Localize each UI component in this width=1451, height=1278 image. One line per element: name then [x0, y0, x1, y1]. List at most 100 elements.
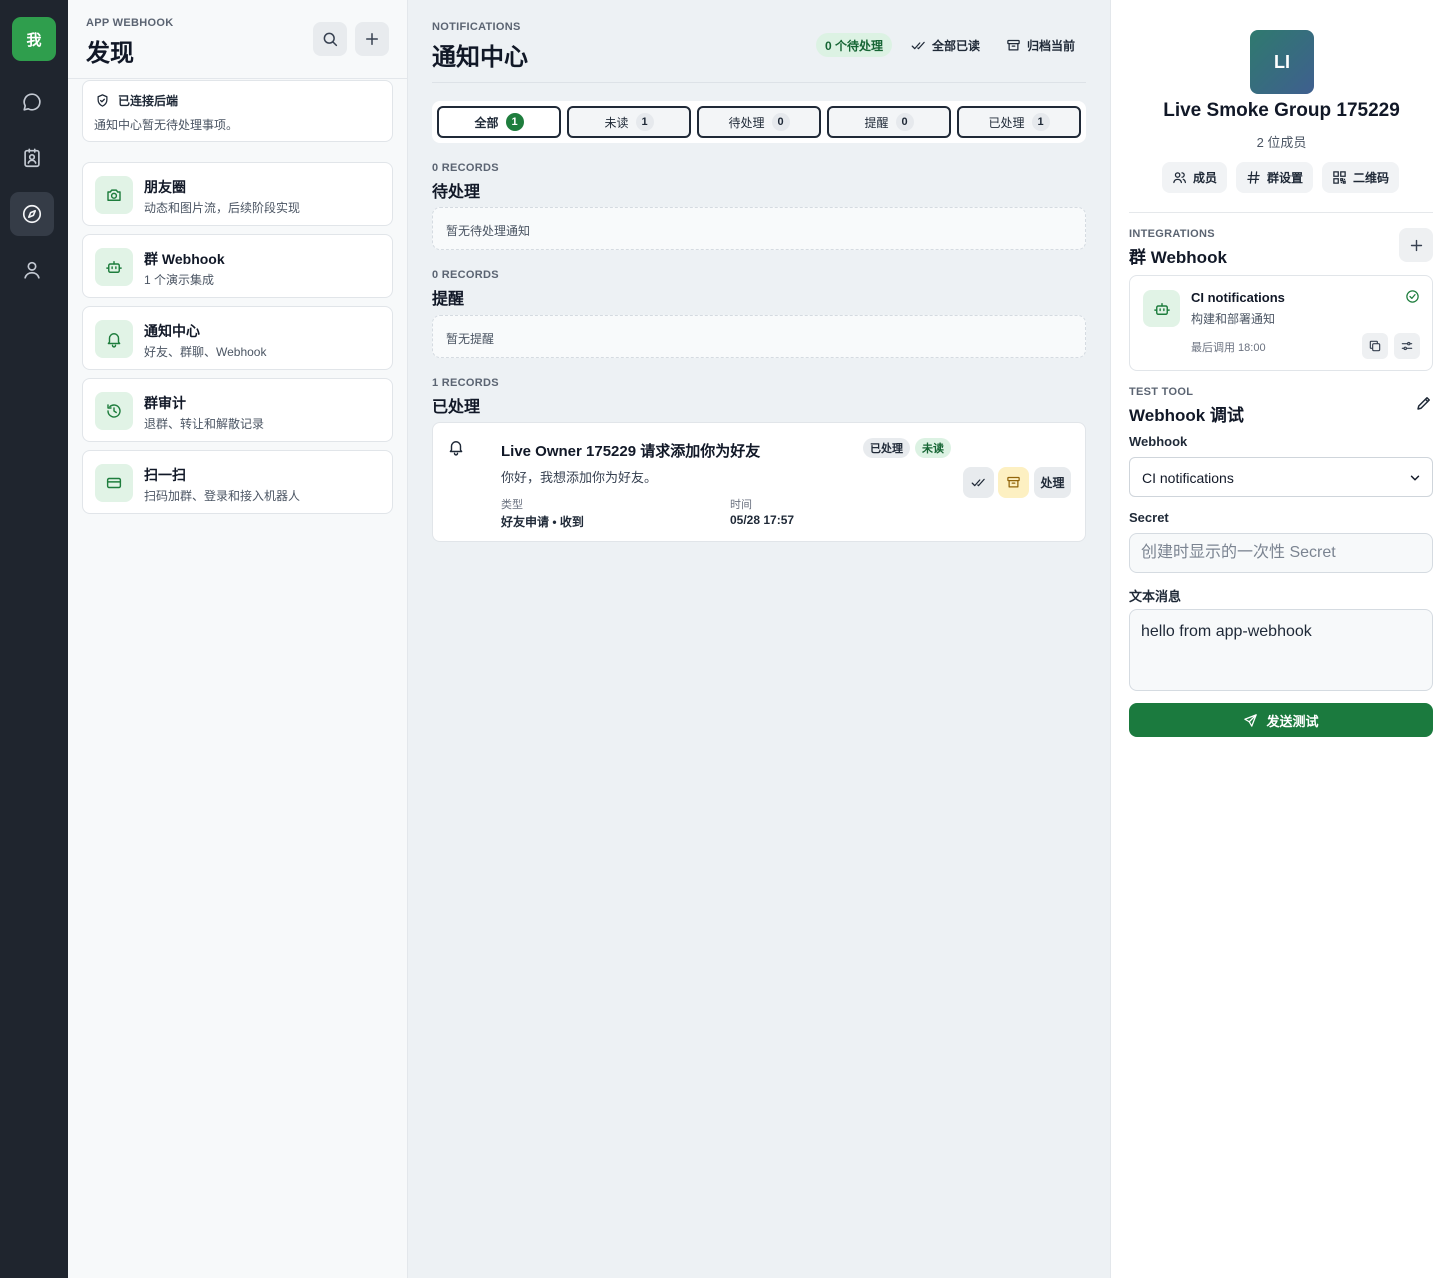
archive-current-button[interactable]: 归档当前: [1006, 33, 1075, 57]
contacts-book-icon: [24, 148, 40, 168]
send-test-button[interactable]: 发送测试: [1129, 703, 1433, 737]
bell-icon: [449, 441, 463, 456]
archive-icon: [1007, 476, 1020, 488]
processed-section-title: 已处理: [432, 399, 481, 416]
message-textarea[interactable]: hello from app-webhook: [1129, 609, 1433, 691]
tab-processed[interactable]: 已处理 1: [957, 106, 1081, 138]
group-avatar: LI: [1250, 30, 1314, 94]
user-icon: [24, 261, 40, 279]
tab-unread[interactable]: 未读 1: [567, 106, 691, 138]
tab-label: 全部: [474, 115, 499, 130]
sliders-icon: [1401, 341, 1413, 351]
send-icon: [1244, 713, 1258, 727]
robot-icon: [1153, 302, 1170, 315]
mark-read-button[interactable]: [963, 467, 994, 498]
add-button[interactable]: [355, 22, 389, 56]
main-eyebrow: NOTIFICATIONS: [432, 21, 521, 33]
group-settings-label: 群设置: [1267, 171, 1304, 185]
copy-icon: [1369, 340, 1381, 352]
integrations-eyebrow: INTEGRATIONS: [1129, 228, 1215, 240]
menu-item-icon-wrap: [95, 464, 133, 502]
pending-empty-state: 暂无待处理通知: [432, 207, 1086, 250]
tab-label: 已处理: [988, 115, 1025, 130]
menu-item-subtitle: 1 个演示集成: [144, 273, 215, 287]
archive-icon: [1007, 39, 1020, 50]
integration-card[interactable]: CI notifications 构建和部署通知 最后调用 18:00: [1129, 275, 1433, 371]
qrcode-icon: [1333, 171, 1346, 184]
status-badge-unread: 未读: [915, 438, 951, 458]
sidebar-title: 发现: [86, 40, 134, 67]
menu-item-notification-center[interactable]: 通知中心 好友、群聊、Webhook: [82, 306, 393, 370]
search-button[interactable]: [313, 22, 347, 56]
archive-button[interactable]: [998, 467, 1029, 498]
tab-reminders[interactable]: 提醒 0: [827, 106, 951, 138]
camera-icon: [107, 189, 121, 201]
connection-status-title: 已连接后端: [118, 94, 179, 108]
mark-all-read-label: 全部已读: [932, 38, 981, 53]
compass-icon: [22, 204, 42, 224]
status-badge-processed: 已处理: [863, 438, 910, 458]
tab-count-badge: 0: [771, 113, 790, 131]
menu-item-scan[interactable]: 扫一扫 扫码加群、登录和接入机器人: [82, 450, 393, 514]
integration-last-call: 最后调用 18:00: [1191, 342, 1266, 354]
members-button[interactable]: 成员: [1162, 162, 1228, 193]
menu-item-group-webhook[interactable]: 群 Webhook 1 个演示集成: [82, 234, 393, 298]
discover-sidebar: APP WEBHOOK 发现 已连接后端 通知中心暂无待处理事项。 朋友圈 动态…: [68, 0, 408, 1278]
tab-count-badge: 1: [505, 113, 524, 131]
tab-all[interactable]: 全部 1: [437, 106, 561, 138]
history-icon: [107, 404, 121, 418]
test-tool-eyebrow: TEST TOOL: [1129, 386, 1194, 398]
menu-item-subtitle: 扫码加群、登录和接入机器人: [144, 489, 301, 503]
webhook-select-value: CI notifications: [1142, 470, 1234, 486]
rail-contacts-button[interactable]: [10, 136, 54, 180]
users-icon: [1173, 172, 1186, 184]
connection-status-row: 已连接后端: [95, 92, 178, 109]
integrations-title: 群 Webhook: [1129, 248, 1227, 267]
pencil-icon[interactable]: [1415, 394, 1433, 412]
pending-count-badge: 0 个待处理: [816, 33, 893, 57]
webhook-select[interactable]: CI notifications: [1129, 457, 1433, 497]
bell-icon: [107, 333, 121, 348]
menu-item-subtitle: 退群、转让和解散记录: [144, 417, 265, 431]
qrcode-button[interactable]: 二维码: [1322, 162, 1400, 193]
notification-type-label: 类型: [501, 499, 523, 511]
menu-item-group-audit[interactable]: 群审计 退群、转让和解散记录: [82, 378, 393, 442]
rail-chats-button[interactable]: [10, 80, 54, 124]
tab-count-badge: 1: [1031, 113, 1050, 131]
add-integration-button[interactable]: [1399, 228, 1433, 262]
filter-tabs: 全部 1 未读 1 待处理 0 提醒 0 已处理 1: [432, 101, 1086, 143]
menu-item-title: 群 Webhook: [144, 251, 225, 267]
group-name: Live Smoke Group 175229: [1163, 100, 1400, 121]
group-settings-button[interactable]: 群设置: [1236, 162, 1314, 193]
send-test-label: 发送测试: [1266, 713, 1319, 729]
profile-avatar-button[interactable]: 我: [12, 17, 56, 61]
menu-item-moments[interactable]: 朋友圈 动态和图片流，后续阶段实现: [82, 162, 393, 226]
rail-profile-button[interactable]: [10, 248, 54, 292]
menu-item-subtitle: 好友、群聊、Webhook: [144, 345, 267, 359]
webhook-field-label: Webhook: [1129, 434, 1188, 449]
pending-section-eyebrow: 0 RECORDS: [432, 162, 499, 174]
connection-status-text: 通知中心暂无待处理事项。: [94, 118, 239, 132]
tab-label: 未读: [604, 115, 629, 130]
tab-pending[interactable]: 待处理 0: [697, 106, 821, 138]
notification-body: 你好，我想添加你为好友。: [501, 470, 658, 485]
header-divider: [432, 82, 1086, 83]
panel-divider: [1129, 212, 1433, 213]
group-member-count: 2 位成员: [1256, 135, 1307, 150]
plus-icon: [366, 33, 378, 45]
secret-input[interactable]: [1129, 533, 1433, 573]
tab-label: 提醒: [864, 115, 889, 130]
rail-discover-button[interactable]: [10, 192, 54, 236]
copy-button[interactable]: [1362, 333, 1388, 359]
notification-card[interactable]: Live Owner 175229 请求添加你为好友 已处理 未读 你好，我想添…: [432, 422, 1086, 542]
menu-item-icon-wrap: [95, 176, 133, 214]
handle-button[interactable]: 处理: [1034, 467, 1071, 498]
integration-settings-button[interactable]: [1394, 333, 1420, 359]
notification-time-value: 05/28 17:57: [730, 513, 795, 527]
notification-title: Live Owner 175229 请求添加你为好友: [501, 443, 761, 460]
qrcode-label: 二维码: [1353, 171, 1390, 185]
plus-icon: [1410, 239, 1422, 251]
shield-check-icon: [97, 94, 108, 107]
menu-item-title: 通知中心: [144, 323, 200, 339]
mark-all-read-button[interactable]: 全部已读: [911, 33, 980, 57]
